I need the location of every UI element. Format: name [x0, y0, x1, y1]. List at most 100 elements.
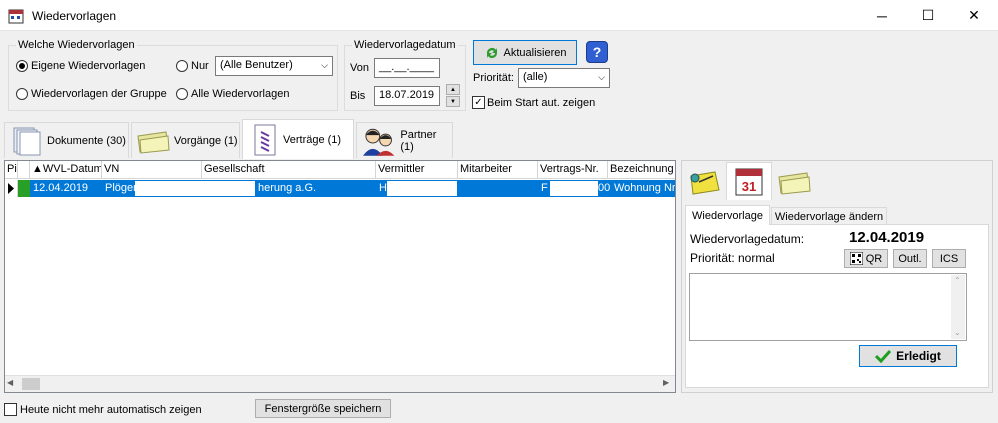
- from-label: Von: [350, 62, 369, 74]
- contract-icon: [254, 124, 276, 155]
- tab-vorgaenge-label: Vorgänge (1): [174, 134, 238, 147]
- window-title: Wiedervorlagen: [32, 9, 117, 23]
- column-header-pi[interactable]: Pi: [5, 161, 18, 179]
- scrollbar-thumb[interactable]: [22, 378, 40, 390]
- tab-wiedervorlage-label: Wiedervorlage: [692, 209, 763, 222]
- no-auto-checkbox-row[interactable]: Heute nicht mehr automatisch zeigen: [4, 403, 202, 416]
- only-radio[interactable]: [176, 60, 188, 72]
- autostart-label: Beim Start aut. zeigen: [487, 96, 596, 109]
- scroll-left-icon[interactable]: ◀: [7, 378, 13, 387]
- autostart-checkbox[interactable]: ✓: [472, 96, 485, 109]
- status-color-cell: [18, 180, 30, 197]
- autostart-checkbox-row[interactable]: ✓ Beim Start aut. zeigen: [472, 96, 595, 109]
- folder-icon: [137, 130, 170, 154]
- qr-button[interactable]: QR: [844, 249, 888, 268]
- qr-label: QR: [865, 252, 883, 265]
- date-up-button[interactable]: ▲: [446, 84, 460, 95]
- refresh-label: Aktualisieren: [503, 46, 567, 59]
- ics-button[interactable]: ICS: [932, 249, 966, 268]
- to-date-input[interactable]: 18.07.2019: [374, 86, 440, 106]
- row-vertrags-nr-end: 00: [598, 182, 611, 194]
- tab-partner-label: Partner (1): [400, 128, 437, 153]
- filter-group-label: Welche Wiedervorlagen: [16, 39, 137, 51]
- priority-select[interactable]: (alle) ⌵: [518, 68, 610, 88]
- documents-icon: [13, 127, 41, 155]
- redaction: [550, 181, 598, 196]
- column-header-gesellschaft[interactable]: Gesellschaft: [202, 161, 376, 179]
- all-radio-label: Alle Wiedervorlagen: [191, 88, 290, 100]
- row-pointer-icon: [8, 183, 14, 194]
- row-wvl-datum: 12.04.2019: [33, 182, 89, 194]
- tab-partner[interactable]: Partner (1): [356, 122, 453, 158]
- priority-label: Priorität:: [473, 72, 514, 84]
- scroll-right-icon[interactable]: ▶: [663, 378, 669, 387]
- minimize-button[interactable]: ─: [859, 0, 905, 31]
- tab-calendar[interactable]: 31: [726, 162, 772, 200]
- group-radio-row[interactable]: Wiedervorlagen der Gruppe: [16, 88, 167, 100]
- tab-wiedervorlage[interactable]: Wiedervorlage: [685, 205, 770, 225]
- svg-text:31: 31: [742, 179, 756, 194]
- chevron-down-icon: ⌵: [321, 60, 328, 70]
- qr-code-icon: [849, 252, 863, 265]
- filter-group: [8, 45, 338, 111]
- all-radio[interactable]: [176, 88, 188, 100]
- checkmark-icon: [875, 349, 892, 363]
- all-radio-row[interactable]: Alle Wiedervorlagen: [176, 88, 289, 100]
- only-radio-label: Nur: [191, 60, 209, 72]
- title-bar: Wiedervorlagen ─ ☐ ✕: [0, 0, 998, 31]
- group-radio[interactable]: [16, 88, 28, 100]
- help-button[interactable]: ?: [586, 41, 608, 63]
- tab-wiedervorlage-aendern-label: Wiedervorlage ändern: [774, 210, 884, 223]
- no-auto-checkbox[interactable]: [4, 403, 17, 416]
- chevron-up-icon[interactable]: ⌃: [954, 276, 961, 285]
- outlook-button[interactable]: Outl.: [893, 249, 927, 268]
- tab-vertraege-label: Verträge (1): [283, 133, 342, 146]
- only-radio-row[interactable]: Nur: [176, 60, 209, 72]
- note-pen-icon: [690, 171, 720, 195]
- date-group-label: Wiedervorlagedatum: [352, 39, 458, 51]
- date-value: 12.04.2019: [849, 229, 925, 246]
- horizontal-scrollbar[interactable]: ◀ ▶: [5, 375, 675, 392]
- column-header-wvl-datum[interactable]: ▲WVL-Datum: [30, 161, 102, 179]
- calendar-app-icon: [8, 9, 24, 24]
- column-header-bezeichnung[interactable]: Bezeichnung: [608, 161, 675, 179]
- tab-vorgaenge[interactable]: Vorgänge (1): [131, 122, 240, 158]
- tab-dokumente-label: Dokumente (30): [47, 134, 126, 147]
- column-header-vermittler[interactable]: Vermittler: [376, 161, 458, 179]
- maximize-button[interactable]: ☐: [905, 0, 951, 31]
- row-gesellschaft: herung a.G.: [258, 182, 317, 194]
- column-header-vertrags-nr[interactable]: Vertrags-Nr.: [538, 161, 608, 179]
- tab-wiedervorlage-aendern[interactable]: Wiedervorlage ändern: [771, 207, 887, 225]
- refresh-button[interactable]: Aktualisieren: [473, 40, 577, 65]
- date-down-button[interactable]: ▼: [446, 96, 460, 107]
- date-label: Wiedervorlagedatum:: [690, 232, 805, 246]
- no-auto-label: Heute nicht mehr automatisch zeigen: [20, 403, 202, 416]
- tab-vertraege[interactable]: Verträge (1): [242, 119, 354, 159]
- own-radio[interactable]: [16, 60, 28, 72]
- user-select[interactable]: (Alle Benutzer) ⌵: [215, 56, 333, 76]
- results-grid[interactable]: Pi ▲WVL-Datum VN Gesellschaft Vermittler…: [4, 160, 676, 393]
- user-select-value: (Alle Benutzer): [220, 59, 293, 71]
- folder-icon: [778, 172, 811, 195]
- group-radio-label: Wiedervorlagen der Gruppe: [31, 88, 167, 100]
- chevron-down-icon[interactable]: ⌄: [954, 328, 961, 337]
- column-header-spacer[interactable]: [18, 161, 30, 179]
- own-radio-label: Eigene Wiedervorlagen: [31, 60, 146, 72]
- tab-folder[interactable]: [774, 165, 814, 199]
- textarea-scrollbar[interactable]: ⌃ ⌄: [951, 275, 965, 339]
- save-window-size-button[interactable]: Fenstergröße speichern: [255, 399, 391, 418]
- close-button[interactable]: ✕: [951, 0, 997, 31]
- to-label: Bis: [350, 90, 366, 102]
- priority-select-value: (alle): [523, 71, 548, 83]
- done-label: Erledigt: [896, 349, 941, 363]
- from-date-input[interactable]: __.__.____: [374, 58, 440, 78]
- own-radio-row[interactable]: Eigene Wiedervorlagen: [16, 60, 145, 72]
- column-header-vn[interactable]: VN: [102, 161, 202, 179]
- row-indicator[interactable]: [5, 180, 18, 197]
- done-button[interactable]: Erledigt: [859, 345, 957, 367]
- tab-dokumente[interactable]: Dokumente (30): [4, 122, 129, 158]
- tab-notes[interactable]: [686, 165, 722, 199]
- calendar-icon: 31: [735, 168, 763, 195]
- column-header-mitarbeiter[interactable]: Mitarbeiter: [458, 161, 538, 179]
- note-textarea[interactable]: ⌃ ⌄: [689, 273, 967, 341]
